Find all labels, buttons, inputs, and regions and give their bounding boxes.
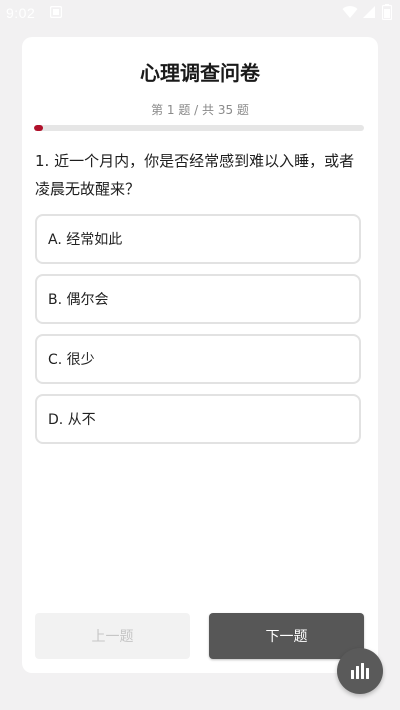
survey-card: 心理调查问卷 第 1 题 / 共 35 题 1. 近一个月内，你是否经常感到难以… (22, 37, 378, 673)
wifi-icon (342, 6, 358, 19)
option-label: C. 很少 (48, 352, 95, 368)
next-question-button[interactable]: 下一题 (209, 613, 364, 659)
question-text: 1. 近一个月内，你是否经常感到难以入睡，或者凌晨无故醒来？ (35, 152, 355, 198)
option-label: A. 经常如此 (48, 232, 123, 248)
stats-fab-button[interactable] (337, 648, 383, 694)
notification-icon (50, 6, 62, 18)
page-title: 心理调查问卷 (140, 61, 260, 85)
option-label: D. 从不 (48, 412, 96, 428)
progress-bar (34, 125, 364, 131)
progress-text: 第 1 题 / 共 35 题 (151, 103, 249, 117)
battery-icon (382, 4, 392, 20)
options-list: A. 经常如此 B. 偶尔会 C. 很少 D. 从不 (35, 214, 361, 454)
prev-button-label: 上一题 (91, 629, 134, 645)
status-bar: 9:02 (0, 0, 400, 26)
option-c[interactable]: C. 很少 (35, 334, 361, 384)
status-time: 9:02 (6, 5, 36, 21)
option-b[interactable]: B. 偶尔会 (35, 274, 361, 324)
option-label: B. 偶尔会 (48, 292, 109, 308)
progress-fill (34, 125, 44, 131)
prev-question-button[interactable]: 上一题 (35, 613, 190, 659)
signal-icon (363, 6, 375, 18)
option-a[interactable]: A. 经常如此 (35, 214, 361, 264)
bar-chart-icon (351, 663, 369, 679)
next-button-label: 下一题 (265, 629, 308, 645)
option-d[interactable]: D. 从不 (35, 394, 361, 444)
